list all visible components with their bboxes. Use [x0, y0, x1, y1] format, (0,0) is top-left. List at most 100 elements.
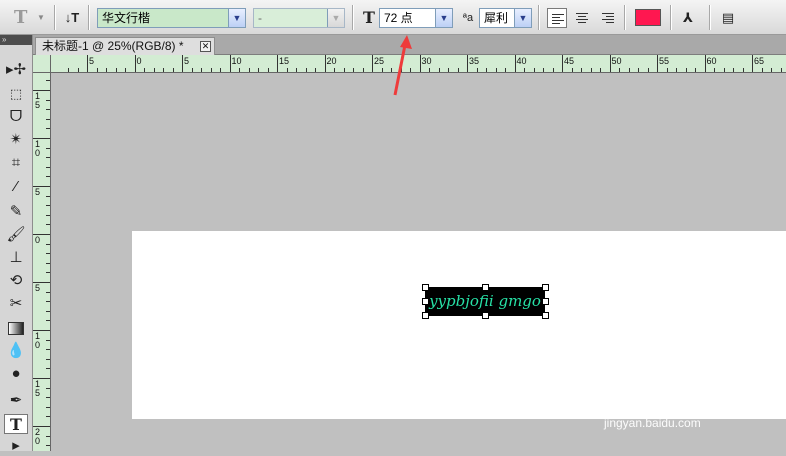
transform-handle[interactable] — [422, 298, 429, 305]
toggle-orientation-icon[interactable]: ↓T — [62, 8, 82, 28]
ruler-tick-label: 2 0 — [35, 427, 41, 446]
gradient-tool-icon[interactable] — [4, 318, 28, 338]
ruler-tick — [46, 118, 50, 120]
ruler-tick — [46, 262, 50, 264]
ruler-tick-label: 0 — [136, 56, 142, 66]
path-selection-tool-icon[interactable]: ▸ — [4, 436, 28, 456]
ruler-tick — [46, 205, 50, 207]
chevron-down-icon[interactable]: ▼ — [435, 9, 452, 27]
separator — [54, 5, 56, 30]
tool-preset-chevron-icon[interactable]: ▼ — [37, 13, 45, 22]
ruler-tick — [125, 68, 126, 72]
font-style-select[interactable]: - ▼ — [253, 8, 345, 28]
pen-tool-icon[interactable]: ✒ — [4, 391, 28, 411]
ruler-tick — [46, 349, 50, 351]
ruler-tick — [46, 214, 50, 216]
antialias-select[interactable]: 犀利 ▼ — [479, 8, 532, 28]
ruler-tick — [742, 68, 744, 72]
ruler-tick — [666, 68, 668, 72]
ruler-tick — [46, 147, 50, 149]
ruler-tick — [191, 68, 193, 72]
tools-panel: » ▸✢ ⬚ ᗜ ✴ ⌗ ⁄ ✎ 🖌 ⊥ ⟲ ✂ 💧 ● ✒ T ▸ — [0, 35, 33, 454]
font-size-icon: T — [363, 8, 375, 27]
move-tool-icon[interactable]: ▸✢ — [4, 60, 28, 80]
transform-handle[interactable] — [422, 284, 429, 291]
ruler-tick — [457, 68, 459, 72]
align-left-button[interactable] — [547, 8, 567, 28]
ruler-tick — [343, 68, 345, 72]
ruler-tick — [33, 330, 50, 331]
type-tool-icon[interactable]: T — [14, 7, 27, 28]
vertical-ruler[interactable]: 1 5 1 0 5 0 5 1 0 1 5 2 0 — [33, 73, 51, 451]
ruler-tick-label: 5 — [184, 56, 190, 66]
separator — [352, 5, 354, 30]
ruler-tick — [733, 68, 734, 72]
font-size-select[interactable]: 72 点 ▼ — [379, 8, 453, 28]
transform-handle[interactable] — [542, 284, 549, 291]
ruler-tick — [609, 55, 611, 72]
ruler-tick-label: 1 5 — [35, 379, 41, 398]
eraser-tool-icon[interactable]: ✂ — [4, 294, 28, 314]
ruler-tick — [220, 68, 221, 72]
ruler-tick-label: 10 — [231, 56, 242, 66]
ruler-origin[interactable] — [33, 55, 51, 73]
align-left-icon — [552, 14, 564, 26]
ruler-tick — [752, 55, 753, 72]
ruler-tick — [628, 68, 630, 72]
ruler-tick — [46, 301, 50, 303]
ruler-tick — [87, 55, 88, 72]
align-center-button[interactable] — [572, 8, 592, 28]
ruler-tick — [438, 68, 440, 72]
document-tab[interactable]: 未标题-1 @ 25%(RGB/8) * ✕ — [35, 37, 215, 55]
ruler-tick-label: 5 — [35, 187, 41, 197]
chevron-down-icon[interactable]: ▼ — [327, 9, 344, 27]
ruler-tick — [182, 55, 183, 72]
type-tool-button[interactable]: T — [4, 414, 28, 434]
marquee-tool-icon[interactable]: ⬚ — [4, 84, 28, 104]
transform-handle[interactable] — [422, 312, 429, 319]
character-panel-icon[interactable]: ▤ — [718, 8, 738, 28]
ruler-tick — [46, 80, 50, 82]
chevron-down-icon[interactable]: ▼ — [514, 9, 531, 27]
watermark-url: jingyan.baidu.com — [604, 416, 701, 430]
ruler-tick — [46, 397, 50, 399]
ruler-tick — [46, 243, 50, 245]
dodge-tool-icon[interactable]: ● — [4, 364, 28, 384]
ruler-tick — [163, 68, 164, 72]
ruler-tick — [68, 68, 69, 72]
ruler-tick-label: 15 — [279, 56, 290, 66]
document-tab-title: 未标题-1 @ 25%(RGB/8) * — [42, 39, 184, 53]
text-layer-content: yypbjofii gmgo — [429, 292, 541, 310]
magic-wand-tool-icon[interactable]: ✴ — [4, 130, 28, 150]
transform-handle[interactable] — [542, 298, 549, 305]
separator — [624, 5, 626, 30]
ruler-tick-label: 60 — [706, 56, 717, 66]
clone-stamp-tool-icon[interactable]: ⊥ — [4, 248, 28, 268]
text-color-swatch[interactable] — [635, 9, 661, 26]
eyedropper-tool-icon[interactable]: ⁄ — [4, 177, 28, 197]
blur-tool-icon[interactable]: 💧 — [4, 341, 28, 361]
horizontal-ruler[interactable]: 5 0 5 10 15 20 25 30 35 40 45 50 55 60 65 — [51, 55, 786, 73]
ruler-tick-label: 0 — [35, 235, 41, 245]
ruler-tick — [33, 282, 50, 283]
transform-handle[interactable] — [482, 312, 489, 319]
brush-tool-icon[interactable]: 🖌 — [4, 225, 28, 245]
warp-text-icon[interactable]: ⅄ — [678, 8, 698, 28]
ruler-tick — [647, 68, 649, 72]
chevron-down-icon[interactable]: ▼ — [228, 9, 245, 27]
ruler-tick — [46, 339, 50, 341]
ruler-tick — [324, 55, 326, 72]
align-right-button[interactable] — [598, 8, 618, 28]
healing-brush-tool-icon[interactable]: ✎ — [4, 202, 28, 222]
crop-tool-icon[interactable]: ⌗ — [4, 153, 28, 173]
ruler-tick — [46, 253, 50, 255]
lasso-tool-icon[interactable]: ᗜ — [4, 107, 28, 127]
transform-handle[interactable] — [482, 284, 489, 291]
history-brush-tool-icon[interactable]: ⟲ — [4, 271, 28, 291]
panel-collapse-icon[interactable]: » — [0, 35, 32, 45]
transform-handle[interactable] — [542, 312, 549, 319]
ruler-tick-label: 65 — [754, 56, 765, 66]
font-family-select[interactable]: 华文行楷 ▼ — [97, 8, 246, 28]
close-icon[interactable]: ✕ — [200, 41, 211, 52]
ruler-tick — [33, 426, 50, 427]
